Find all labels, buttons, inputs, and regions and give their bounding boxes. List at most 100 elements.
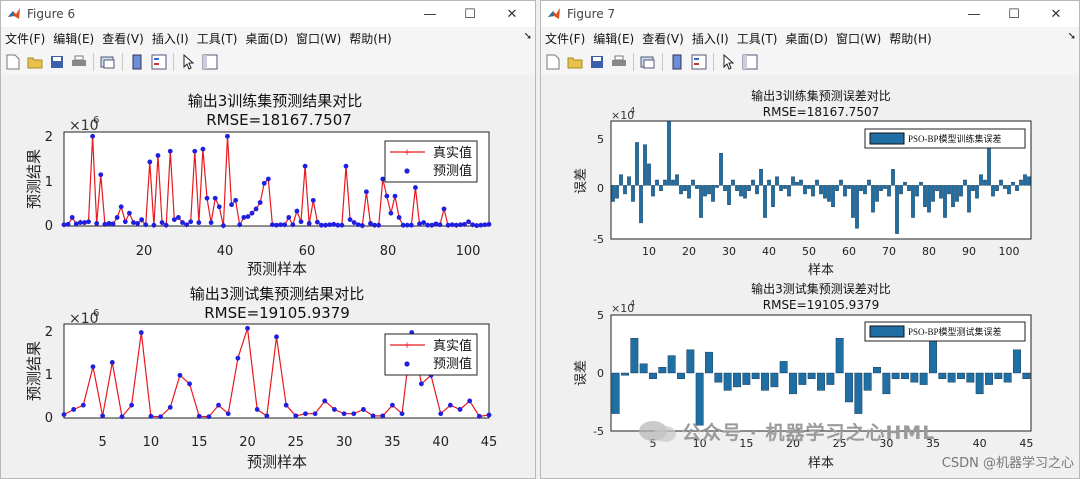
svg-text:+: + (403, 148, 411, 158)
error-bar (691, 179, 695, 186)
x-tick-label: 30 (336, 435, 353, 450)
menu-overflow-icon[interactable]: ➘ (524, 31, 532, 42)
menu-desktop[interactable]: 桌面(D) (241, 30, 292, 47)
close-button[interactable]: ✕ (497, 1, 527, 27)
predicted-point (283, 402, 289, 408)
predicted-point (332, 407, 337, 412)
predicted-point (187, 381, 192, 387)
print-icon[interactable] (70, 53, 88, 71)
error-bar (763, 185, 767, 218)
menu-file[interactable]: 文件(F) (1, 30, 49, 47)
menu-view[interactable]: 查看(V) (638, 30, 688, 47)
save-icon[interactable] (588, 53, 606, 71)
predicted-point (233, 197, 239, 203)
error-bar (735, 185, 739, 191)
predicted-point (129, 402, 135, 408)
new-file-icon[interactable] (544, 53, 562, 71)
error-bar (855, 185, 859, 229)
menu-help[interactable]: 帮助(H) (345, 30, 395, 47)
legend-true-label: 真实值 (433, 145, 472, 161)
menu-overflow-icon[interactable]: ➘ (1068, 31, 1076, 42)
predicted-point (370, 413, 376, 419)
error-bar (871, 185, 875, 213)
predicted-point (245, 325, 250, 331)
error-bar (882, 372, 891, 395)
predicted-point (196, 413, 202, 419)
menu-window[interactable]: 窗口(W) (832, 30, 885, 47)
error-bar (899, 185, 903, 195)
error-bar (854, 372, 863, 414)
predicted-point (390, 402, 395, 408)
predicted-point (249, 210, 255, 216)
menu-tools[interactable]: 工具(T) (733, 30, 782, 47)
window-title: Figure 7 (567, 7, 616, 21)
menu-edit[interactable]: 编辑(E) (49, 30, 98, 47)
error-bar (879, 185, 883, 191)
property-editor-icon[interactable] (741, 53, 759, 71)
error-bar (835, 185, 839, 191)
colorbar-icon[interactable] (668, 53, 686, 71)
maximize-button[interactable]: ☐ (999, 1, 1029, 27)
menu-window[interactable]: 窗口(W) (292, 30, 345, 47)
property-editor-icon[interactable] (201, 53, 219, 71)
error-bar (643, 144, 647, 186)
pointer-icon[interactable] (719, 53, 737, 71)
train-result-xtick: 20 (136, 244, 153, 259)
x-tick-label: 40 (973, 437, 987, 450)
error-bar (923, 185, 927, 208)
predicted-point (361, 407, 366, 412)
predicted-point (467, 398, 473, 404)
x-tick-label: 80 (922, 245, 936, 258)
error-bar (795, 181, 799, 186)
save-icon[interactable] (48, 53, 66, 71)
predicted-point (438, 411, 444, 417)
menu-edit[interactable]: 编辑(E) (589, 30, 638, 47)
open-folder-icon[interactable] (26, 53, 44, 71)
error-bar (903, 181, 907, 186)
new-file-icon[interactable] (4, 53, 22, 71)
menu-insert[interactable]: 插入(I) (148, 30, 193, 47)
open-folder-icon[interactable] (566, 53, 584, 71)
legend-icon[interactable] (690, 53, 708, 71)
legend-icon[interactable] (150, 53, 168, 71)
close-button[interactable]: ✕ (1041, 1, 1071, 27)
predicted-point (274, 222, 279, 228)
error-bar (714, 372, 723, 383)
test-result-legend: + 真实值 预测值 (384, 333, 478, 376)
predicted-point (421, 220, 427, 225)
toolbar-divider (713, 53, 714, 71)
menu-view[interactable]: 查看(V) (98, 30, 148, 47)
pointer-icon[interactable] (179, 53, 197, 71)
maximize-button[interactable]: ☐ (455, 1, 485, 27)
train-error-ytick: 0 (597, 182, 604, 195)
minimize-button[interactable]: — (959, 1, 989, 27)
menu-desktop[interactable]: 桌面(D) (781, 30, 832, 47)
error-bar (938, 372, 947, 380)
train-error-ytick: 5 (597, 133, 604, 146)
predicted-point (347, 217, 353, 222)
minimize-button[interactable]: — (415, 1, 445, 27)
error-bar (770, 372, 779, 388)
predicted-point (167, 404, 173, 410)
predicted-point (158, 414, 163, 420)
error-bar (695, 185, 699, 189)
error-bar (873, 367, 881, 374)
error-bar (639, 363, 648, 374)
figure-6-plot-area: 输出3训练集预测结果对比 RMSE=18167.7507 ×10 6 +++++… (1, 75, 535, 478)
error-bar (771, 185, 775, 208)
menu-help[interactable]: 帮助(H) (885, 30, 935, 47)
menu-file[interactable]: 文件(F) (541, 30, 589, 47)
link-plot-icon[interactable] (99, 53, 117, 71)
predicted-point (257, 200, 263, 205)
menu-tools[interactable]: 工具(T) (193, 30, 242, 47)
print-icon[interactable] (610, 53, 628, 71)
error-bar (767, 179, 771, 186)
predicted-point (126, 210, 132, 216)
error-bar (919, 372, 928, 385)
error-bar (935, 185, 939, 191)
menu-insert[interactable]: 插入(I) (688, 30, 733, 47)
predicted-point (474, 223, 480, 228)
error-bar (679, 185, 683, 195)
link-plot-icon[interactable] (639, 53, 657, 71)
colorbar-icon[interactable] (128, 53, 146, 71)
